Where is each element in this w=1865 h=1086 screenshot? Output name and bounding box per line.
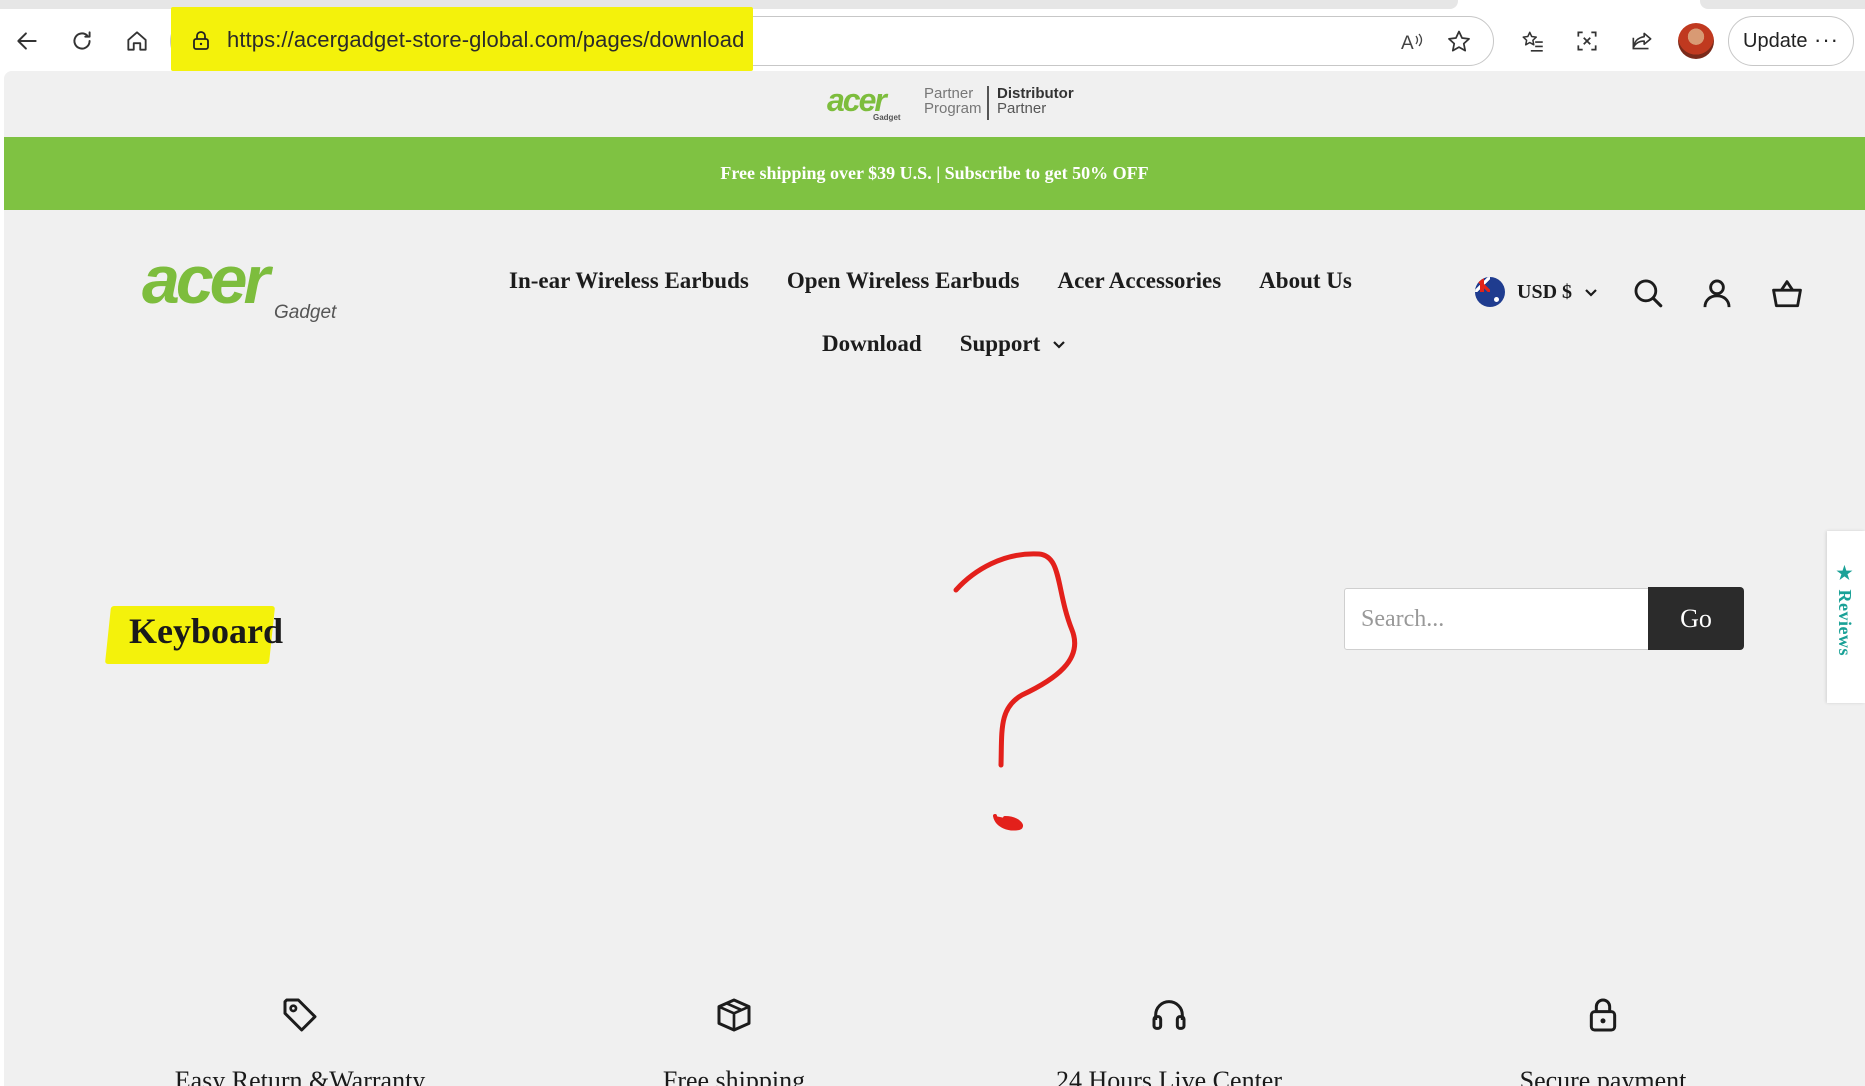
box-icon: [717, 998, 751, 1032]
favorite-star-icon[interactable]: [1445, 28, 1473, 56]
site-header: acer Gadget In-ear Wireless Earbuds Open…: [4, 210, 1865, 410]
share-button[interactable]: [1623, 22, 1661, 60]
favorites-button[interactable]: [1514, 22, 1552, 60]
feature-label: Easy Return &Warranty: [174, 1066, 426, 1086]
search-icon[interactable]: [1631, 276, 1665, 310]
main-nav-row-2: Download Support: [822, 331, 1104, 357]
partner-program-text: Partner Program: [924, 86, 982, 116]
partner-divider: [987, 86, 989, 120]
main-nav-row-1: In-ear Wireless Earbuds Open Wireless Ea…: [509, 268, 1390, 294]
announcement-text[interactable]: Free shipping over $39 U.S. | Subscribe …: [720, 163, 1148, 184]
tag-icon: [283, 998, 317, 1032]
feature-label: Free shipping: [662, 1066, 806, 1086]
reload-icon: [73, 31, 91, 50]
reviews-label: ★ Reviews: [1835, 563, 1855, 656]
back-arrow-icon: [17, 32, 37, 50]
back-button[interactable]: [8, 22, 46, 60]
address-bar[interactable]: https://acergadget-store-global.com/page…: [170, 7, 1494, 71]
more-menu-icon[interactable]: ···: [1814, 27, 1839, 53]
feature-label: 24 Hours Live Center: [1055, 1066, 1282, 1086]
web-capture-icon: [1577, 31, 1597, 51]
feature-label: Secure payment: [1519, 1066, 1687, 1086]
partner-line-2: Program: [924, 100, 982, 117]
profile-avatar[interactable]: [1678, 23, 1714, 59]
nav-download[interactable]: Download: [822, 331, 922, 357]
logo-subtitle: Gadget: [274, 302, 337, 323]
account-icon[interactable]: [1700, 276, 1734, 310]
favorites-list-icon: [1522, 31, 1543, 52]
home-button[interactable]: [118, 22, 156, 60]
chevron-down-icon: [1585, 289, 1597, 297]
nav-support[interactable]: Support: [960, 331, 1067, 357]
svg-text:A: A: [1401, 33, 1414, 54]
tab-edge-right[interactable]: [1700, 0, 1865, 9]
question-mark-dot: [993, 814, 1024, 831]
nav-about-us[interactable]: About Us: [1259, 268, 1352, 294]
screenshot-button[interactable]: [1568, 22, 1606, 60]
url-text[interactable]: https://acergadget-store-global.com/page…: [227, 27, 744, 53]
headset-icon: [1152, 1000, 1186, 1030]
nav-acer-accessories[interactable]: Acer Accessories: [1057, 268, 1221, 294]
page-title: Keyboard: [129, 611, 284, 651]
reload-button[interactable]: [63, 22, 101, 60]
chevron-down-icon: [1053, 341, 1066, 349]
site-logo[interactable]: acer Gadget: [142, 246, 362, 326]
update-button[interactable]: Update ···: [1728, 16, 1854, 66]
distributor-sub: Partner: [997, 100, 1047, 117]
partner-brand-sub: Gadget: [873, 113, 901, 122]
go-button[interactable]: Go: [1648, 587, 1744, 650]
page-viewport: acer Gadget Partner Program Distributor …: [4, 71, 1865, 1086]
announcement-bar[interactable]: Free shipping over $39 U.S. | Subscribe …: [4, 137, 1865, 210]
lock-icon[interactable]: [189, 29, 213, 53]
features-bar: Easy Return &Warranty Free shipping 24 H…: [4, 984, 1865, 1086]
question-mark-annotation: [953, 551, 1078, 768]
nav-support-label: Support: [959, 331, 1041, 356]
currency-selector[interactable]: USD $: [1475, 277, 1598, 307]
home-icon: [127, 31, 147, 51]
browser-toolbar: https://acergadget-store-global.com/page…: [0, 7, 1865, 71]
share-icon: [1632, 32, 1652, 50]
partner-line-1: Partner: [924, 85, 974, 102]
currency-label: USD $: [1517, 280, 1573, 303]
logo-wordmark: acer: [142, 242, 270, 318]
nav-in-ear-earbuds[interactable]: In-ear Wireless Earbuds: [509, 268, 749, 294]
australia-flag-icon: [1475, 277, 1505, 307]
lock-icon: [1589, 998, 1617, 1032]
main-content: Keyboard Search... Go: [4, 410, 1865, 1010]
update-label: Update: [1743, 29, 1808, 52]
distributor-text: Distributor Partner: [997, 86, 1074, 116]
partner-bar: acer Gadget Partner Program Distributor …: [4, 71, 1865, 137]
nav-open-earbuds[interactable]: Open Wireless Earbuds: [787, 268, 1020, 294]
cart-basket-icon[interactable]: [1770, 276, 1804, 310]
read-aloud-icon[interactable]: A: [1399, 28, 1427, 56]
reviews-side-tab[interactable]: ★ Reviews: [1827, 531, 1865, 703]
download-search-input[interactable]: Search...: [1344, 588, 1650, 650]
